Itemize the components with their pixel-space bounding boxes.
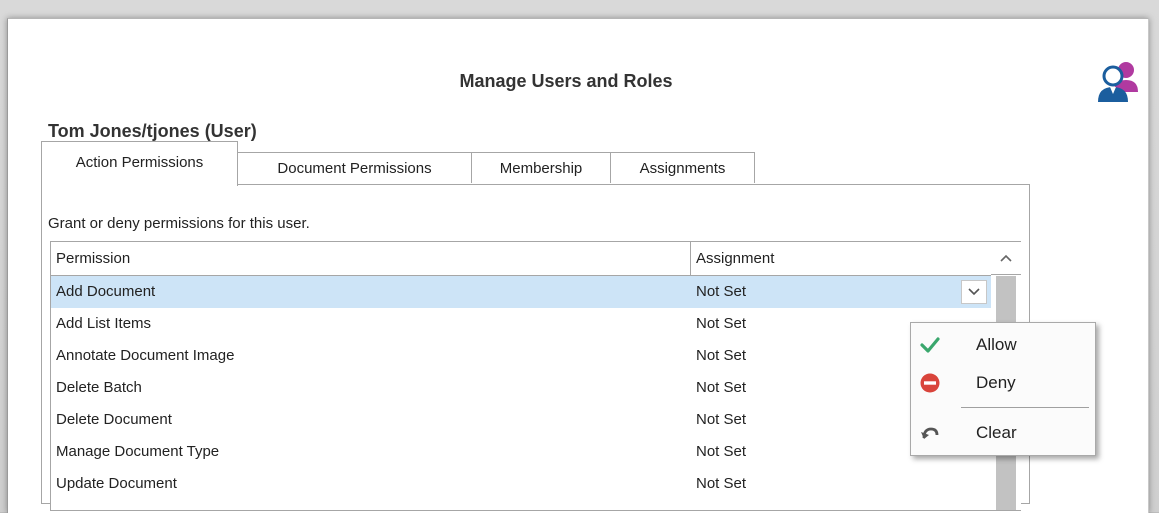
deny-icon [920, 373, 940, 393]
tab-label: Document Permissions [277, 159, 432, 177]
assignment-cell[interactable]: Not Set [691, 276, 991, 308]
instruction-text: Grant or deny permissions for this user. [48, 215, 310, 232]
assignment-dropdown-button[interactable] [961, 280, 987, 304]
table-row[interactable]: Delete Document Not Set [51, 404, 991, 436]
column-header-permission[interactable]: Permission [51, 242, 691, 275]
undo-icon [921, 427, 939, 439]
table-row[interactable]: Add Document Not Set [51, 276, 991, 308]
tab-document-permissions[interactable]: Document Permissions [237, 152, 472, 183]
menu-item-label: Clear [976, 423, 1017, 442]
menu-item-label: Deny [976, 373, 1016, 392]
permissions-grid: Permission Assignment Add Document Not S… [50, 241, 1021, 511]
permission-cell: Add Document [56, 283, 156, 300]
check-icon [920, 337, 940, 353]
chevron-down-icon [968, 288, 980, 296]
permission-cell: Manage Document Type [56, 443, 220, 460]
menu-item-label: Allow [976, 335, 1017, 354]
column-header-assignment[interactable]: Assignment [691, 242, 991, 275]
assignment-dropdown-menu: Allow Deny Clear [910, 322, 1096, 456]
permission-cell: Delete Document [56, 411, 172, 428]
tab-label: Membership [499, 159, 583, 177]
dialog-title: Manage Users and Roles [459, 71, 673, 91]
chevron-up-icon [1000, 254, 1012, 262]
table-row[interactable]: Manage Document Type Not Set [51, 436, 991, 468]
scroll-up-button[interactable] [991, 242, 1021, 275]
permission-cell: Update Document [56, 475, 177, 492]
tab-assignments[interactable]: Assignments [610, 152, 755, 183]
permission-cell: Add List Items [56, 315, 152, 332]
menu-separator [961, 407, 1089, 408]
tab-label: Action Permissions [75, 153, 204, 171]
table-row[interactable]: Delete Batch Not Set [51, 372, 991, 404]
users-icon [1098, 62, 1138, 102]
menu-item-deny[interactable]: Deny [911, 365, 1095, 401]
table-row[interactable]: Annotate Document Image Not Set [51, 340, 991, 372]
table-row[interactable]: Update Document Not Set [51, 468, 991, 500]
permission-cell: Delete Batch [56, 379, 142, 396]
tab-membership[interactable]: Membership [471, 152, 611, 183]
assignment-cell[interactable]: Not Set [691, 468, 991, 500]
menu-item-allow[interactable]: Allow [911, 327, 1095, 363]
grid-header: Permission Assignment [51, 242, 1020, 276]
tab-label: Assignments [639, 159, 726, 177]
menu-item-clear[interactable]: Clear [911, 415, 1095, 451]
permission-cell: Annotate Document Image [56, 347, 235, 364]
tab-action-permissions[interactable]: Action Permissions [41, 141, 238, 186]
table-row[interactable]: Add List Items Not Set [51, 308, 991, 340]
user-heading: Tom Jones/tjones (User) [48, 121, 257, 141]
